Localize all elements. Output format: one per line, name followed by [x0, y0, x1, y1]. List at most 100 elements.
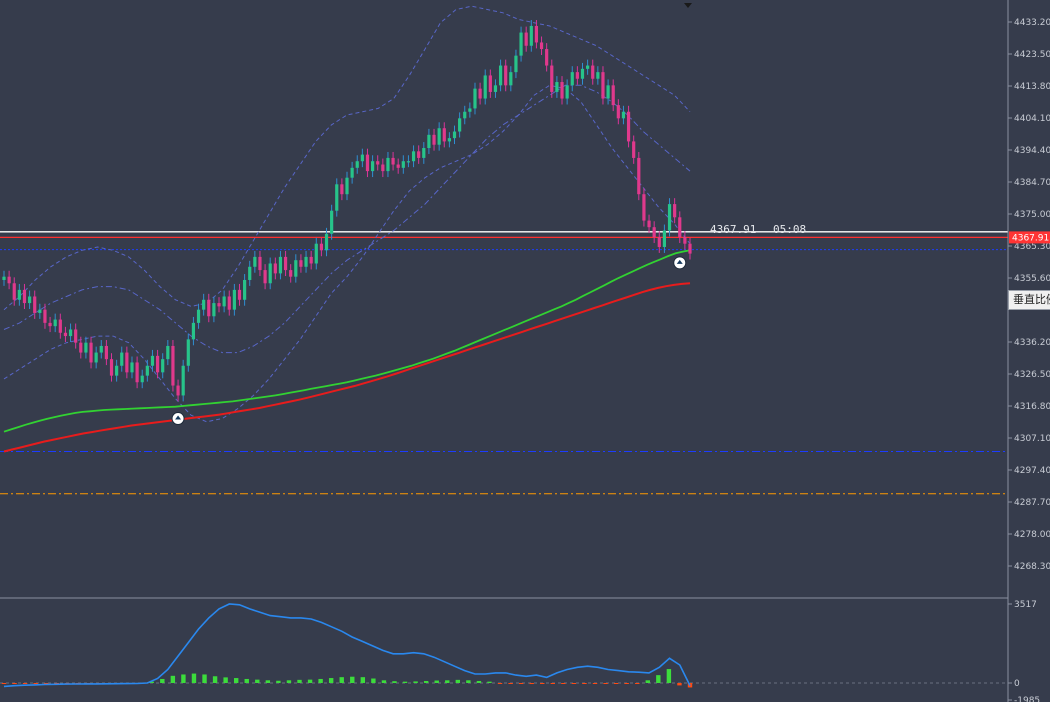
histogram-bar-64	[677, 683, 682, 686]
candle-body-129	[662, 230, 667, 247]
price-tick-label-10: 4326.50	[1014, 370, 1050, 380]
histogram-bar-21	[223, 677, 228, 683]
candle-body-62	[319, 243, 324, 251]
histogram-bar-0	[1, 683, 7, 684]
histogram-bar-42	[445, 680, 450, 683]
candle-body-32	[166, 345, 170, 360]
trading-chart[interactable]: 4433.20 4423.50 4413.80 4404.10 4394.40 4384.…	[0, 0, 1050, 702]
candle-body-133	[683, 237, 687, 244]
candle-body-18	[94, 352, 98, 363]
histogram-bar-53	[561, 683, 566, 684]
candle-body-130	[667, 204, 672, 231]
candle-body-84	[432, 134, 436, 145]
price-tick-label-12: 4307.10	[1014, 434, 1050, 444]
histogram-bar-22	[233, 678, 239, 683]
candle-body-51	[263, 270, 267, 284]
price-tick-label-8: 4355.60	[1014, 274, 1050, 284]
candle-body-96	[493, 85, 498, 92]
candle-body-79	[406, 161, 411, 163]
candle-body-28	[145, 365, 149, 376]
candle-body-46	[237, 289, 242, 300]
histogram-bar-31	[328, 678, 334, 683]
candle-body-75	[386, 157, 390, 172]
candle-body-105	[539, 42, 544, 50]
candle-body-43	[222, 296, 226, 307]
candle-body-69	[355, 161, 359, 168]
candle-body-22	[115, 365, 119, 376]
histogram-bar-39	[413, 681, 418, 683]
vertical-scale-toggle[interactable]: 垂直比例	[1008, 290, 1050, 310]
candle-body-15	[79, 342, 83, 353]
candle-body-34	[176, 385, 180, 396]
histogram-bar-20	[212, 676, 218, 683]
indicator-tick-label-1: 0	[1014, 679, 1020, 689]
price-tick-label-4: 4394.40	[1014, 146, 1050, 156]
candle-body-50	[258, 256, 262, 271]
candle-body-19	[99, 345, 103, 353]
candle-body-102	[524, 32, 528, 46]
histogram-bar-27	[286, 680, 292, 683]
candle-body-118	[606, 85, 610, 99]
candle-body-93	[478, 88, 482, 99]
candle-body-57	[294, 260, 298, 277]
histogram-bar-61	[645, 680, 650, 683]
candle-body-45	[232, 289, 236, 310]
candle-body-3	[17, 289, 21, 300]
candle-body-71	[365, 154, 370, 172]
candle-body-114	[586, 65, 590, 69]
histogram-bar-60	[635, 683, 640, 684]
candle-body-117	[601, 72, 605, 99]
price-tick-label-14: 4287.70	[1014, 498, 1050, 508]
price-tick-label-1: 4423.50	[1014, 50, 1050, 60]
candle-body-92	[473, 88, 477, 109]
candle-body-88	[452, 131, 457, 139]
price-tick-label-16: 4268.30	[1014, 562, 1050, 572]
histogram-bar-37	[392, 681, 397, 683]
candle-body-97	[498, 65, 503, 86]
candle-body-5	[27, 296, 32, 304]
candle-body-83	[427, 134, 431, 149]
candle-body-25	[130, 362, 134, 373]
candle-body-121	[621, 111, 626, 119]
histogram-bar-57	[603, 683, 608, 684]
candle-body-42	[217, 303, 221, 307]
histogram-bar-49	[518, 683, 524, 684]
candle-body-14	[74, 329, 78, 343]
histogram-bar-43	[455, 679, 461, 683]
candle-body-11	[58, 319, 62, 333]
candle-body-27	[140, 375, 144, 383]
histogram-bar-44	[466, 680, 471, 683]
histogram-bar-51	[540, 683, 545, 684]
candle-body-59	[304, 256, 308, 267]
histogram-bar-1	[12, 683, 17, 684]
price-tick-label-9: 4336.20	[1014, 338, 1050, 348]
candle-body-61	[314, 243, 318, 264]
candle-body-64	[330, 210, 334, 234]
candle-body-108	[555, 82, 559, 92]
histogram-bar-59	[624, 683, 629, 684]
candle-body-134	[688, 243, 692, 254]
histogram-bar-3	[33, 683, 38, 684]
candle-body-119	[611, 85, 615, 106]
histogram-bar-55	[582, 683, 587, 684]
candle-body-31	[161, 359, 165, 373]
histogram-bar-19	[202, 674, 207, 683]
bar-countdown: 05:08	[773, 223, 806, 236]
histogram-bar-63	[666, 669, 672, 683]
candle-body-104	[534, 25, 539, 43]
histogram-bar-26	[276, 680, 281, 683]
candle-body-23	[120, 352, 124, 366]
histogram-bar-48	[508, 683, 513, 684]
candle-body-10	[53, 319, 57, 327]
candle-body-94	[483, 75, 487, 99]
candle-body-58	[299, 260, 303, 267]
histogram-bar-45	[476, 680, 482, 683]
candle-body-132	[678, 217, 682, 238]
candle-body-60	[309, 256, 313, 264]
candle-body-127	[652, 227, 656, 238]
current-price-readout: 4367.91	[710, 223, 756, 236]
histogram-bar-35	[371, 678, 376, 683]
candle-body-90	[463, 111, 467, 119]
candle-body-65	[335, 184, 339, 211]
candle-body-99	[509, 72, 513, 86]
